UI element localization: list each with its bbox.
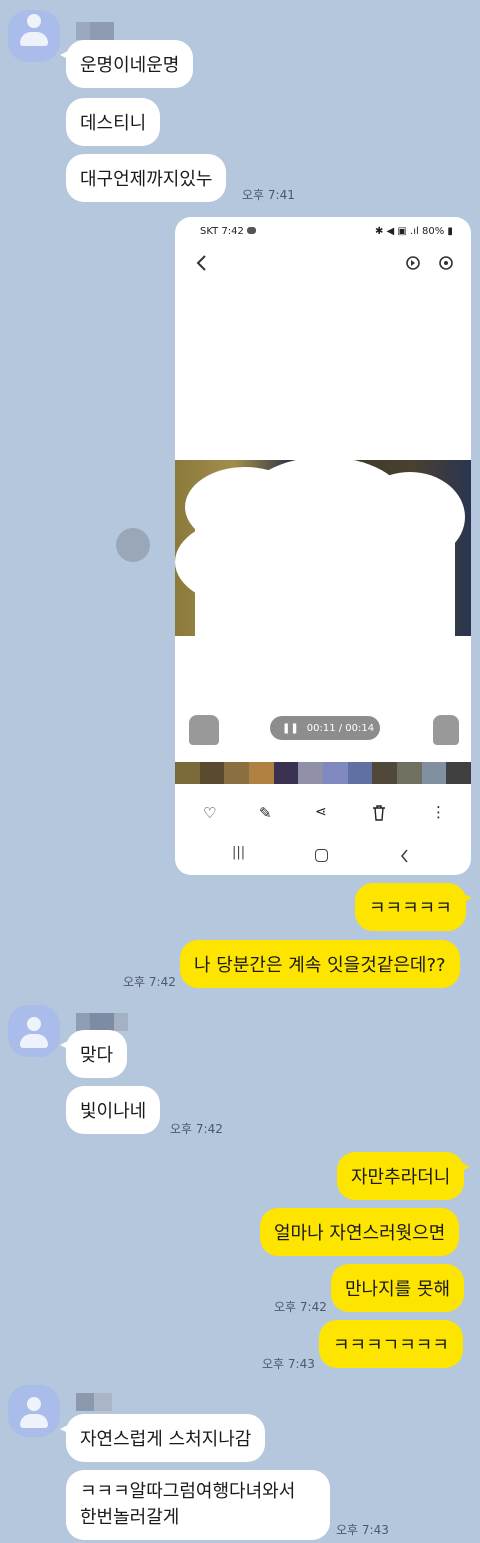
share-icon[interactable]: ⋖: [315, 804, 327, 820]
heart-icon[interactable]: ♡: [203, 804, 216, 822]
message-text: ㅋㅋㅋㅋㅋ: [369, 898, 452, 919]
message-text: 얼마나 자연스러웟으면: [274, 1223, 446, 1244]
sender-name-blurred: [76, 22, 114, 40]
sender-name-blurred: [76, 1013, 128, 1031]
message-text: 자만추라더니: [351, 1167, 451, 1188]
video-progress[interactable]: ❚❚ 00:11 / 00:14: [270, 716, 380, 740]
avatar-head-icon: [27, 1017, 41, 1031]
message-text: 맞다: [80, 1045, 114, 1066]
message-bubble[interactable]: 대구언제까지있누: [66, 154, 227, 202]
message-time: 오후 7:43: [336, 1523, 389, 1537]
status-icons: ✱ ◀ ▣ .ıl 80% ▮: [375, 226, 453, 237]
image-message[interactable]: SKT 7:42 ✱ ◀ ▣ .ıl 80% ▮ ❚❚ 00:11 / 00:1…: [175, 217, 471, 875]
message-text: 나 당분간은 계속 잇을것같은데??: [194, 955, 446, 976]
message-text: 빛이나네: [80, 1101, 147, 1122]
message-bubble[interactable]: 데스티니: [66, 98, 161, 146]
avatar-body-icon: [20, 1414, 48, 1428]
avatar[interactable]: [8, 1005, 60, 1057]
status-carrier: SKT 7:42: [200, 226, 257, 237]
message-bubble[interactable]: ㅋㅋㅋㅋㅋ: [355, 883, 472, 931]
message-bubble[interactable]: 자연스럽게 스처지나감: [59, 1414, 266, 1462]
message-text: 만나지를 못해: [345, 1279, 451, 1300]
message-time: 오후 7:41: [242, 188, 295, 202]
message-bubble[interactable]: 빛이나네: [66, 1086, 161, 1134]
avatar-body-icon: [20, 32, 48, 46]
message-bubble[interactable]: 맞다: [59, 1030, 128, 1078]
message-bubble[interactable]: 만나지를 못해: [331, 1264, 465, 1312]
message-time: 오후 7:42: [123, 975, 176, 989]
share-circle-icon[interactable]: [116, 528, 150, 562]
message-text: 데스티니: [80, 113, 147, 134]
message-text: 자연스럽게 스처지나감: [80, 1429, 252, 1450]
more-icon[interactable]: ⋮: [431, 803, 446, 821]
message-text: 운명이네운명: [80, 55, 180, 76]
redaction-fill: [195, 507, 455, 637]
message-text: 대구언제까지있누: [80, 169, 213, 190]
refresh-icon[interactable]: [437, 254, 455, 272]
avatar-head-icon: [27, 14, 41, 28]
pause-icon[interactable]: ❚❚: [282, 723, 299, 734]
edit-icon[interactable]: ✎: [259, 804, 272, 822]
message-bubble[interactable]: 자만추라더니: [337, 1152, 471, 1200]
rotate-icon[interactable]: [404, 254, 422, 272]
sender-name-blurred: [76, 1393, 112, 1411]
message-time: 오후 7:42: [170, 1122, 223, 1136]
home-icon[interactable]: [315, 849, 328, 862]
avatar-body-icon: [20, 1034, 48, 1048]
avatar[interactable]: [8, 1385, 60, 1437]
message-bubble[interactable]: 나 당분간은 계속 잇을것같은데??: [180, 940, 460, 988]
recent-apps-icon[interactable]: |||: [232, 845, 245, 860]
message-bubble[interactable]: 얼마나 자연스러웟으면: [260, 1208, 460, 1256]
back-arrow-icon[interactable]: [195, 254, 209, 272]
frame-strip[interactable]: [175, 762, 471, 784]
nav-back-icon[interactable]: [400, 849, 409, 863]
forward-icon[interactable]: [433, 715, 459, 745]
message-time: 오후 7:43: [262, 1357, 315, 1371]
message-bubble[interactable]: ㅋㅋㅋ알따그럼여행다녀와서 한번놀러갈게: [66, 1470, 330, 1540]
message-text-line: 한번놀러갈게: [80, 1507, 180, 1528]
message-bubble[interactable]: 운명이네운명: [59, 40, 194, 88]
trash-icon[interactable]: [372, 805, 386, 821]
rewind-icon[interactable]: [189, 715, 219, 745]
message-time: 오후 7:42: [274, 1300, 327, 1314]
message-text: ㅋㅋㅋㄱㅋㅋㅋ: [333, 1335, 449, 1356]
message-text-line: ㅋㅋㅋ알따그럼여행다녀와서: [80, 1481, 296, 1502]
avatar[interactable]: [8, 10, 60, 62]
avatar-head-icon: [27, 1397, 41, 1411]
message-bubble[interactable]: ㅋㅋㅋㄱㅋㅋㅋ: [319, 1320, 463, 1368]
